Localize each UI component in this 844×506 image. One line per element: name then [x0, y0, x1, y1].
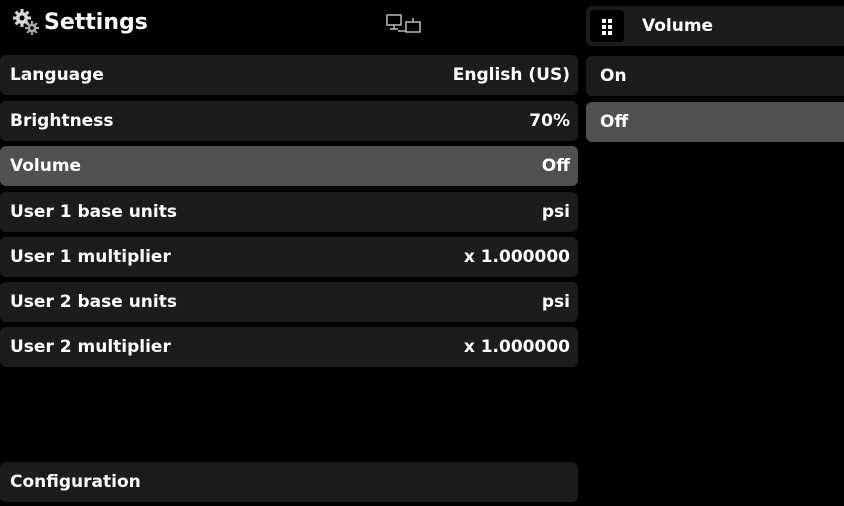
header-bar: Settings	[0, 0, 580, 46]
menu-row-label: User 1 multiplier	[10, 247, 171, 267]
menu-row-label: Volume	[10, 156, 82, 176]
configuration-label: Configuration	[10, 472, 141, 492]
option-label: On	[600, 66, 627, 86]
menu-row-value: psi	[541, 292, 570, 312]
menu-row-label: User 1 base units	[10, 202, 177, 222]
menu-row-user1-base-units[interactable]: User 1 base units psi	[0, 192, 578, 232]
menu-row-user1-multiplier[interactable]: User 1 multiplier x 1.000000	[0, 237, 578, 277]
option-label: Off	[600, 112, 629, 132]
menu-row-value: English (US)	[452, 65, 570, 85]
menu-row-value: x 1.000000	[463, 247, 570, 267]
option-on[interactable]: On	[586, 56, 844, 96]
menu-row-label: User 2 multiplier	[10, 337, 171, 357]
menu-row-value: 70%	[529, 111, 570, 131]
menu-row-brightness[interactable]: Brightness 70%	[0, 101, 578, 141]
menu-row-label: Brightness	[10, 111, 114, 131]
menu-row-label: Language	[10, 65, 104, 85]
menu-row-value: x 1.000000	[463, 337, 570, 357]
gears-icon	[13, 9, 39, 35]
menu-row-value: psi	[541, 202, 570, 222]
submenu-header: Volume	[586, 6, 844, 46]
network-icon	[386, 14, 421, 33]
grid-icon[interactable]	[590, 10, 624, 42]
option-off[interactable]: Off	[586, 102, 844, 142]
menu-row-label: User 2 base units	[10, 292, 177, 312]
submenu-title: Volume	[642, 16, 714, 36]
menu-row-value: Off	[541, 156, 570, 176]
menu-row-volume[interactable]: Volume Off	[0, 146, 578, 186]
menu-row-user2-multiplier[interactable]: User 2 multiplier x 1.000000	[0, 327, 578, 367]
configuration-button[interactable]: Configuration	[0, 462, 578, 502]
menu-row-language[interactable]: Language English (US)	[0, 55, 578, 95]
page-title: Settings	[44, 10, 148, 35]
menu-row-user2-base-units[interactable]: User 2 base units psi	[0, 282, 578, 322]
volume-submenu: Volume On Off	[586, 0, 844, 506]
